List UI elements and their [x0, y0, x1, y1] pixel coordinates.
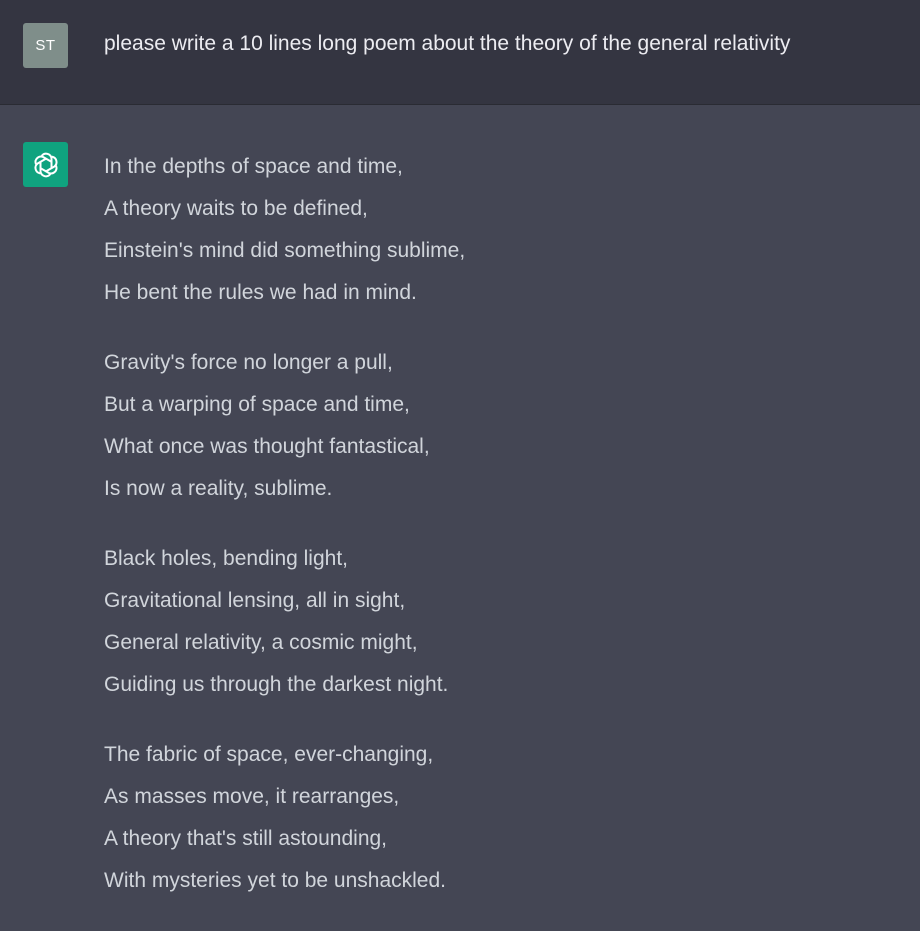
poem-line: He bent the rules we had in mind.	[104, 281, 417, 304]
poem-line: General relativity, a cosmic might,	[104, 631, 418, 654]
assistant-avatar	[23, 142, 68, 187]
poem-line: But a warping of space and time,	[104, 393, 410, 416]
poem-line: What once was thought fantastical,	[104, 435, 430, 458]
assistant-poem: In the depths of space and time, A theor…	[104, 146, 894, 930]
poem-line: In the depths of space and time,	[104, 155, 403, 178]
poem-line: With mysteries yet to be unshackled.	[104, 869, 446, 892]
user-avatar: ST	[23, 23, 68, 68]
poem-line: Gravitational lensing, all in sight,	[104, 589, 406, 612]
poem-stanza-1: In the depths of space and time, A theor…	[104, 146, 894, 314]
poem-line: A theory that's still astounding,	[104, 827, 388, 850]
poem-line: Einstein's mind did something sublime,	[104, 239, 466, 262]
assistant-message-row: In the depths of space and time, A theor…	[0, 105, 920, 931]
user-message-text: please write a 10 lines long poem about …	[104, 32, 791, 55]
poem-stanza-3: Black holes, bending light, Gravitationa…	[104, 538, 894, 706]
poem-line: Gravity's force no longer a pull,	[104, 351, 393, 374]
poem-line: A theory waits to be defined,	[104, 197, 368, 220]
poem-line: Black holes, bending light,	[104, 547, 348, 570]
poem-stanza-2: Gravity's force no longer a pull, But a …	[104, 342, 894, 510]
openai-logo-icon	[33, 152, 58, 177]
poem-stanza-4: The fabric of space, ever-changing, As m…	[104, 734, 894, 902]
poem-line: The fabric of space, ever-changing,	[104, 743, 434, 766]
poem-line: As masses move, it rearranges,	[104, 785, 400, 808]
poem-line: Is now a reality, sublime.	[104, 477, 333, 500]
poem-line: Guiding us through the darkest night.	[104, 673, 449, 696]
user-message-row: ST please write a 10 lines long poem abo…	[0, 0, 920, 105]
